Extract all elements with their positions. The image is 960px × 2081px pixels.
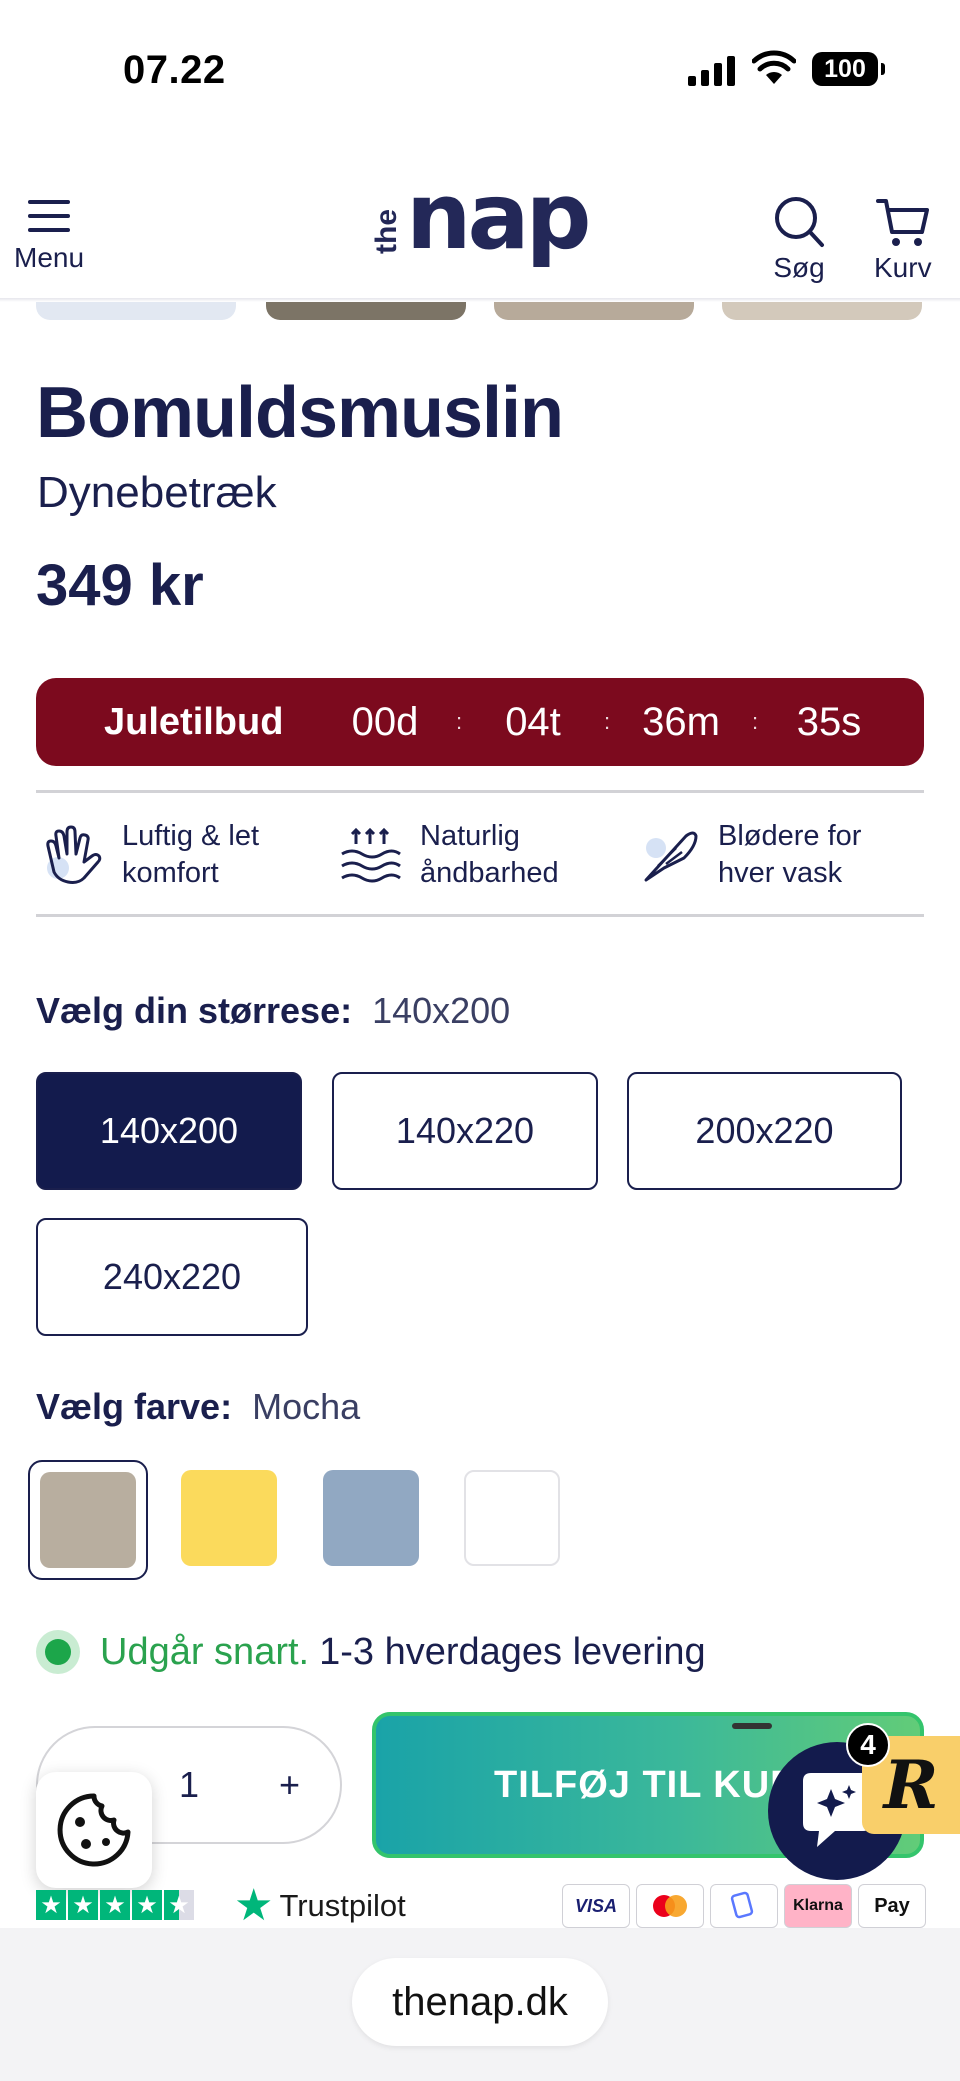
visa-icon: VISA [562, 1884, 630, 1928]
logo-the: the [370, 208, 403, 254]
color-selected-value: Mocha [252, 1386, 361, 1427]
gallery-thumb[interactable] [494, 302, 694, 320]
mastercard-icon [636, 1884, 704, 1928]
size-label: Vælg din størrese: [36, 990, 353, 1031]
trustpilot-stars: ★ ★ ★ ★ ★ [36, 1890, 194, 1920]
cart-label: Kurv [874, 252, 932, 283]
color-swatch-blue[interactable] [323, 1470, 419, 1566]
drag-handle [732, 1723, 772, 1729]
apple-pay-icon: Pay [858, 1884, 926, 1928]
countdown-label: Juletilbud [104, 700, 284, 743]
hamburger-icon [28, 200, 71, 232]
gallery-thumb[interactable] [266, 302, 466, 320]
color-swatch-white[interactable] [464, 1470, 560, 1566]
battery-indicator: 100 [812, 52, 885, 86]
search-label: Søg [773, 252, 825, 283]
size-selected-value: 140x200 [372, 990, 511, 1031]
size-option-240x220[interactable]: 240x220 [36, 1218, 308, 1336]
wifi-icon [752, 50, 796, 84]
stock-status-text: Udgår snart. [100, 1630, 310, 1673]
countdown-seconds: 35s [796, 699, 862, 744]
size-label-row: Vælg din størrese: 140x200 [36, 990, 510, 1032]
delivery-text: 1-3 hverdages levering [319, 1630, 706, 1673]
color-swatch-mocha[interactable] [40, 1472, 136, 1568]
countdown-separator: : [455, 709, 463, 734]
size-option-140x200[interactable]: 140x200 [36, 1072, 302, 1190]
countdown-days: 00d [351, 699, 419, 744]
product-price: 349 kr [36, 553, 204, 618]
feature-item: Luftig & let komfort [40, 818, 302, 892]
chat-notification-badge: 4 [846, 1723, 890, 1767]
address-bar[interactable]: thenap.dk [352, 1958, 608, 2046]
color-label: Vælg farve: [36, 1386, 233, 1427]
countdown-separator: : [603, 709, 611, 734]
cart-button[interactable]: Kurv [874, 196, 932, 284]
star-icon: ★ [68, 1890, 98, 1920]
countdown-minutes: 36m [642, 699, 720, 744]
quantity-increase-button[interactable]: + [279, 1764, 300, 1806]
gallery-thumb[interactable] [36, 302, 236, 320]
mobilepay-icon [710, 1884, 778, 1928]
mastercard-circles-icon [653, 1895, 687, 1917]
quantity-value[interactable]: 1 [179, 1764, 199, 1806]
feature-item: Blødere for hver vask [636, 818, 898, 892]
trustpilot-logo[interactable]: ★ Trustpilot [234, 1884, 406, 1928]
size-option-200x220[interactable]: 200x220 [627, 1072, 902, 1190]
hand-icon [46, 825, 102, 884]
countdown-banner: Juletilbud 00d : 04t : 36m : 35s [36, 678, 924, 766]
star-icon: ★ [100, 1890, 130, 1920]
logo[interactable]: the nap [370, 163, 591, 270]
color-label-row: Vælg farve: Mocha [36, 1386, 360, 1428]
klarna-icon: Klarna [784, 1884, 852, 1928]
feather-icon [644, 831, 698, 882]
trustpilot-label: Trustpilot [279, 1888, 406, 1923]
countdown-separator: : [751, 709, 759, 734]
size-option-140x220[interactable]: 140x220 [332, 1072, 598, 1190]
feature-text: Blødere for hver vask [718, 820, 862, 889]
star-icon: ★ [36, 1890, 66, 1920]
trustpilot-star-icon: ★ [234, 1881, 274, 1930]
logo-nap: nap [406, 163, 591, 270]
feature-item: Naturlig åndbarhed [338, 818, 600, 892]
battery-level: 100 [824, 54, 866, 83]
star-half-icon: ★ [164, 1890, 194, 1920]
feature-divider-top [36, 790, 924, 793]
search-button[interactable]: Søg [772, 196, 826, 284]
stock-status: Udgår snart. 1-3 hverdages levering [36, 1630, 706, 1674]
gallery-thumb[interactable] [722, 302, 922, 320]
product-title: Bomuldsmuslin [36, 373, 564, 453]
stock-indicator-icon [36, 1630, 80, 1674]
countdown-hours: 04t [505, 699, 561, 744]
product-subtitle: Dynebetræk [37, 468, 277, 517]
feature-divider-bottom [36, 914, 924, 917]
mobilepay-card-icon [730, 1891, 754, 1919]
menu-label: Menu [14, 242, 85, 273]
star-icon: ★ [132, 1890, 162, 1920]
color-swatch-yellow[interactable] [181, 1470, 277, 1566]
airflow-icon [341, 827, 401, 883]
cart-icon [875, 199, 929, 246]
search-icon [775, 197, 824, 247]
payment-methods: VISA Klarna Pay [562, 1884, 926, 1928]
feature-text: Naturlig åndbarhed [420, 820, 559, 889]
cookie-icon [57, 1793, 131, 1867]
status-time: 07.22 [123, 48, 226, 92]
feature-text: Luftig & let komfort [122, 820, 260, 889]
cookie-settings-button[interactable] [36, 1772, 152, 1888]
cellular-signal-icon [688, 56, 735, 86]
menu-button[interactable]: Menu [14, 196, 84, 274]
